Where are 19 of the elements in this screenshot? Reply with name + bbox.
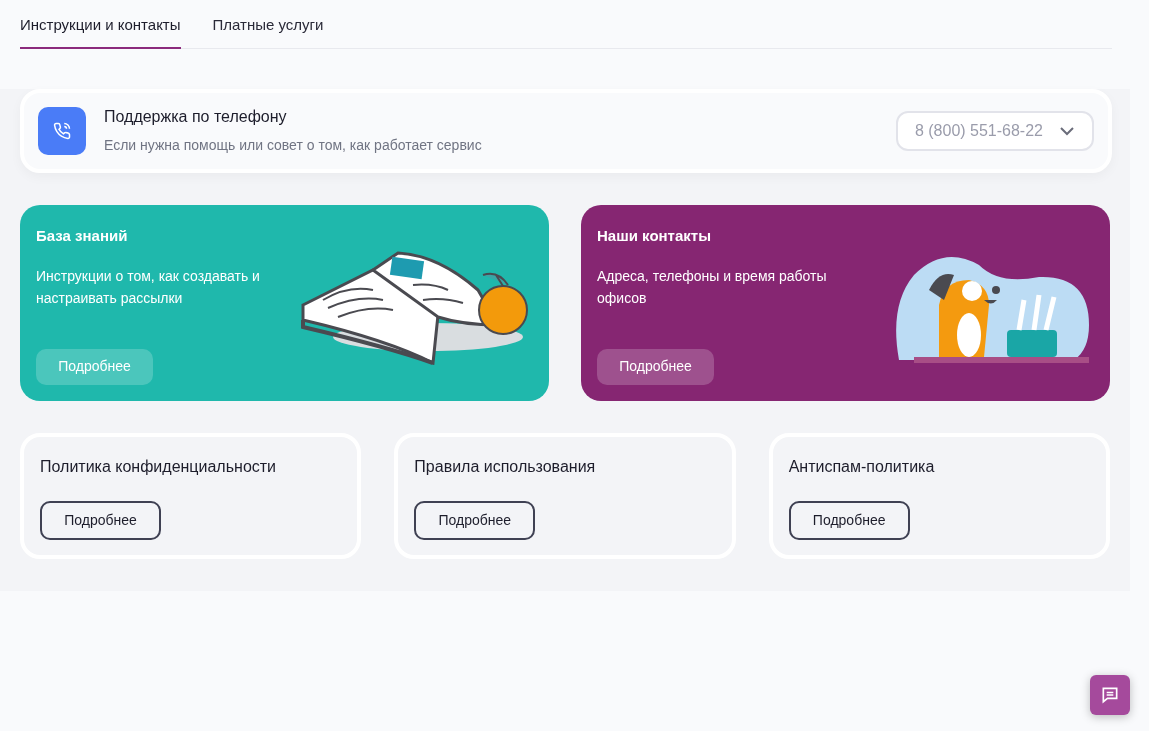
card-description: Адреса, телефоны и время работы офисов	[597, 267, 828, 308]
card-title: Наши контакты	[597, 225, 712, 246]
card-title: База знаний	[36, 225, 129, 246]
card-description: Инструкции о том, как создавать и настраивать рассылки	[36, 267, 261, 308]
details-button[interactable]: Подробнее	[414, 500, 536, 540]
chat-button[interactable]	[1090, 675, 1130, 715]
card-title: Правила использования	[414, 456, 597, 477]
phone-icon	[38, 106, 86, 155]
details-button[interactable]: Подробнее	[40, 500, 161, 540]
tab[interactable]: Инструкции и контакты	[20, 14, 181, 49]
support-subtitle: Если нужна помощь или совет о том, как работает сервис	[104, 136, 482, 155]
card-title: Антиспам-политика	[788, 456, 936, 477]
details-button[interactable]: Подробнее	[597, 348, 714, 385]
details-button[interactable]: Подробнее	[788, 500, 910, 540]
support-title: Поддержка по телефону	[104, 107, 288, 127]
chat-icon	[1100, 685, 1120, 705]
tab[interactable]: Платные услуги	[212, 14, 324, 49]
card-title: Политика конфиденциальности	[40, 456, 278, 477]
chevron-down-icon	[1059, 125, 1075, 136]
